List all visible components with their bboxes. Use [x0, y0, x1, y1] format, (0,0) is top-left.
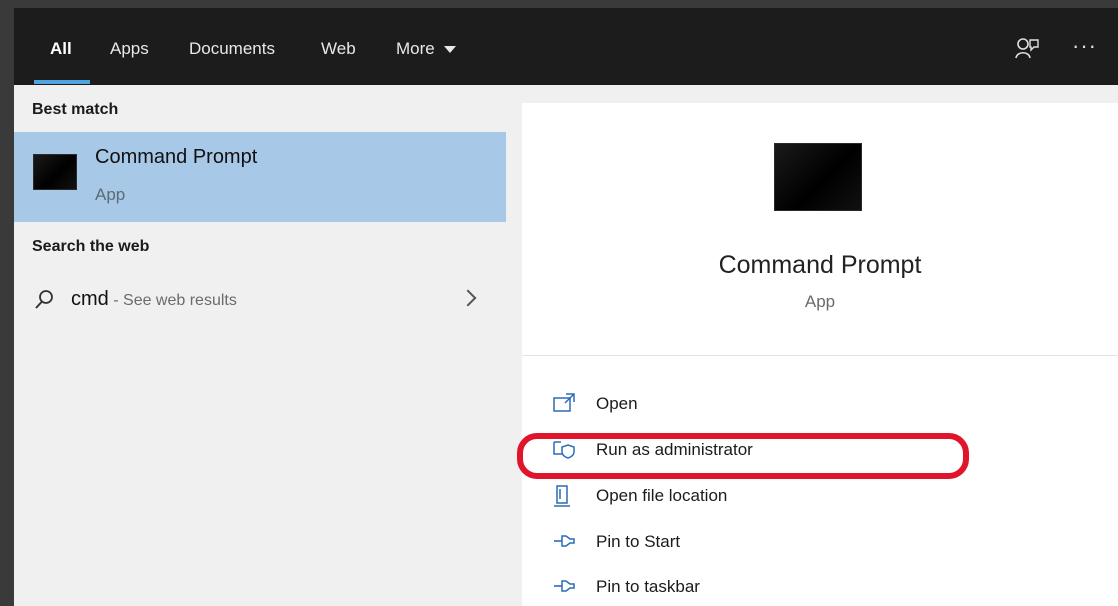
action-label: Pin to taskbar: [596, 577, 700, 596]
open-icon: [553, 393, 575, 412]
result-type: App: [95, 185, 126, 204]
search-web-heading: Search the web: [32, 238, 150, 255]
pin-icon: [554, 580, 575, 592]
run-as-administrator-action[interactable]: Run as administrator: [552, 436, 972, 466]
open-file-location-action[interactable]: Open file location: [552, 482, 972, 512]
pin-to-start-action[interactable]: Pin to Start: [552, 528, 972, 558]
tab-more-label: More: [396, 39, 435, 58]
filter-bar: All Apps Documents Web More ···: [14, 8, 1118, 85]
best-match-heading: Best match: [32, 101, 119, 118]
pin-icon: [554, 535, 575, 547]
pin-to-taskbar-action[interactable]: Pin to taskbar: [552, 573, 972, 603]
best-match-result[interactable]: Command Prompt App: [14, 132, 506, 222]
preview-pane: Command Prompt App Open Run as administr…: [517, 103, 1118, 606]
open-action[interactable]: Open: [552, 390, 972, 420]
shield-admin-icon: [553, 441, 575, 459]
search-icon: [35, 290, 53, 309]
action-label: Run as administrator: [596, 440, 753, 459]
tab-more[interactable]: More: [396, 38, 456, 60]
tab-apps[interactable]: Apps: [110, 38, 149, 60]
file-location-icon: [554, 485, 570, 507]
command-prompt-icon: [33, 154, 77, 190]
caret-down-icon: [443, 46, 456, 54]
action-label: Open file location: [596, 486, 728, 505]
tab-all[interactable]: All: [50, 38, 72, 60]
search-window: All Apps Documents Web More ··· Best mat…: [14, 8, 1118, 606]
tab-web[interactable]: Web: [321, 38, 356, 60]
divider: [522, 355, 1118, 356]
chevron-right-icon: [459, 289, 477, 307]
query-term: cmd: [71, 288, 109, 310]
result-name: Command Prompt: [95, 146, 258, 168]
preview-subtitle: App: [804, 292, 836, 311]
web-results-hint: - See web results: [108, 292, 237, 309]
action-label: Pin to Start: [596, 532, 681, 551]
ellipsis-icon[interactable]: ···: [1072, 35, 1097, 57]
preview-title: Command Prompt: [718, 251, 922, 279]
results-pane: Best match Command Prompt App Search the…: [14, 85, 506, 606]
command-prompt-large-icon: [774, 143, 862, 211]
tab-documents[interactable]: Documents: [189, 38, 275, 60]
feedback-person-icon[interactable]: [1014, 36, 1040, 62]
web-query-text: cmd - See web results: [71, 288, 237, 311]
web-search-result[interactable]: cmd - See web results: [14, 280, 506, 320]
active-tab-indicator: [34, 80, 90, 84]
action-label: Open: [596, 394, 638, 413]
